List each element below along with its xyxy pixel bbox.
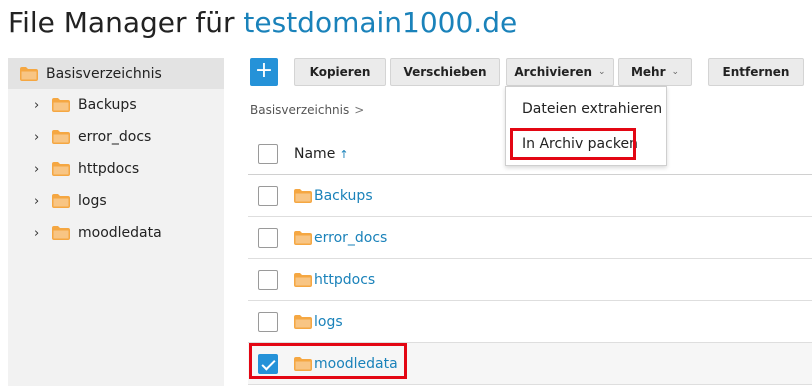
add-button[interactable]: +: [250, 58, 278, 86]
file-name-cell[interactable]: Backups: [294, 188, 373, 204]
copy-button[interactable]: Kopieren: [294, 58, 386, 86]
tree-item-moodledata[interactable]: › moodledata: [8, 217, 224, 249]
chevron-down-icon: ⌄: [598, 67, 606, 77]
copy-button-label: Kopieren: [309, 65, 371, 79]
page-title-domain: testdomain1000.de: [243, 6, 518, 39]
more-button[interactable]: Mehr ⌄: [618, 58, 692, 86]
page-title: File Manager für testdomain1000.de: [8, 6, 517, 39]
file-name-link[interactable]: httpdocs: [314, 272, 375, 288]
move-button-label: Verschieben: [403, 65, 487, 79]
folder-icon: [294, 272, 312, 287]
folder-icon: [52, 130, 70, 144]
folder-icon: [294, 230, 312, 245]
breadcrumb-separator-icon: >: [354, 103, 365, 117]
tree-item-error-docs[interactable]: › error_docs: [8, 121, 224, 153]
folder-icon: [52, 226, 70, 240]
remove-button-label: Entfernen: [722, 65, 790, 79]
page-title-prefix: File Manager für: [8, 6, 244, 39]
tree-item-label: httpdocs: [78, 161, 140, 177]
chevron-down-icon: ⌄: [671, 67, 680, 77]
remove-button[interactable]: Entfernen: [708, 58, 804, 86]
selection-highlight-box: [249, 343, 407, 379]
chevron-right-icon[interactable]: ›: [34, 98, 46, 113]
breadcrumb: Basisverzeichnis >: [250, 103, 364, 117]
tree-item-label: Backups: [78, 97, 137, 113]
file-name-link[interactable]: Backups: [314, 188, 373, 204]
file-name-cell[interactable]: logs: [294, 314, 343, 330]
file-name-cell[interactable]: httpdocs: [294, 272, 375, 288]
menu-item-extract-files[interactable]: Dateien extrahieren: [522, 101, 662, 117]
file-name-link[interactable]: error_docs: [314, 230, 387, 246]
table-row[interactable]: logs: [248, 301, 812, 343]
chevron-right-icon[interactable]: ›: [34, 194, 46, 209]
row-checkbox[interactable]: [258, 185, 278, 206]
tree-item-label: logs: [78, 193, 107, 209]
name-column-label: Name: [294, 145, 336, 162]
tree-item-label: error_docs: [78, 129, 152, 145]
archive-button-label: Archivieren: [514, 65, 593, 79]
table-row[interactable]: error_docs: [248, 217, 812, 259]
folder-icon: [52, 98, 70, 112]
chevron-right-icon[interactable]: ›: [34, 162, 46, 177]
row-checkbox[interactable]: [258, 227, 278, 248]
folder-icon: [294, 314, 312, 329]
select-all-checkbox[interactable]: [258, 143, 278, 164]
folder-icon: [294, 188, 312, 203]
sort-ascending-icon: ↑: [339, 147, 349, 161]
tree-item-httpdocs[interactable]: › httpdocs: [8, 153, 224, 185]
tree-item-label: Basisverzeichnis: [46, 65, 162, 82]
file-name-cell[interactable]: error_docs: [294, 230, 387, 246]
tree-item-logs[interactable]: › logs: [8, 185, 224, 217]
folder-icon: [52, 194, 70, 208]
breadcrumb-root[interactable]: Basisverzeichnis: [250, 103, 349, 117]
row-checkbox[interactable]: [258, 311, 278, 332]
tree-item-label: moodledata: [78, 225, 162, 241]
file-name-link[interactable]: logs: [314, 314, 343, 330]
table-row[interactable]: httpdocs: [248, 259, 812, 301]
folder-icon: [52, 162, 70, 176]
row-checkbox[interactable]: [258, 269, 278, 290]
chevron-right-icon[interactable]: ›: [34, 226, 46, 241]
folder-icon: [20, 66, 38, 81]
name-column-header[interactable]: Name ↑: [294, 146, 349, 162]
chevron-right-icon[interactable]: ›: [34, 130, 46, 145]
menu-highlight-box: [510, 128, 636, 160]
folder-tree: Basisverzeichnis › Backups › error_docs …: [8, 58, 224, 386]
move-button[interactable]: Verschieben: [390, 58, 500, 86]
tree-item-basisverzeichnis[interactable]: Basisverzeichnis: [8, 58, 224, 89]
tree-item-backups[interactable]: › Backups: [8, 89, 224, 121]
table-row[interactable]: Backups: [248, 175, 812, 217]
archive-button[interactable]: Archivieren ⌄: [506, 58, 614, 86]
more-button-label: Mehr: [630, 65, 666, 79]
